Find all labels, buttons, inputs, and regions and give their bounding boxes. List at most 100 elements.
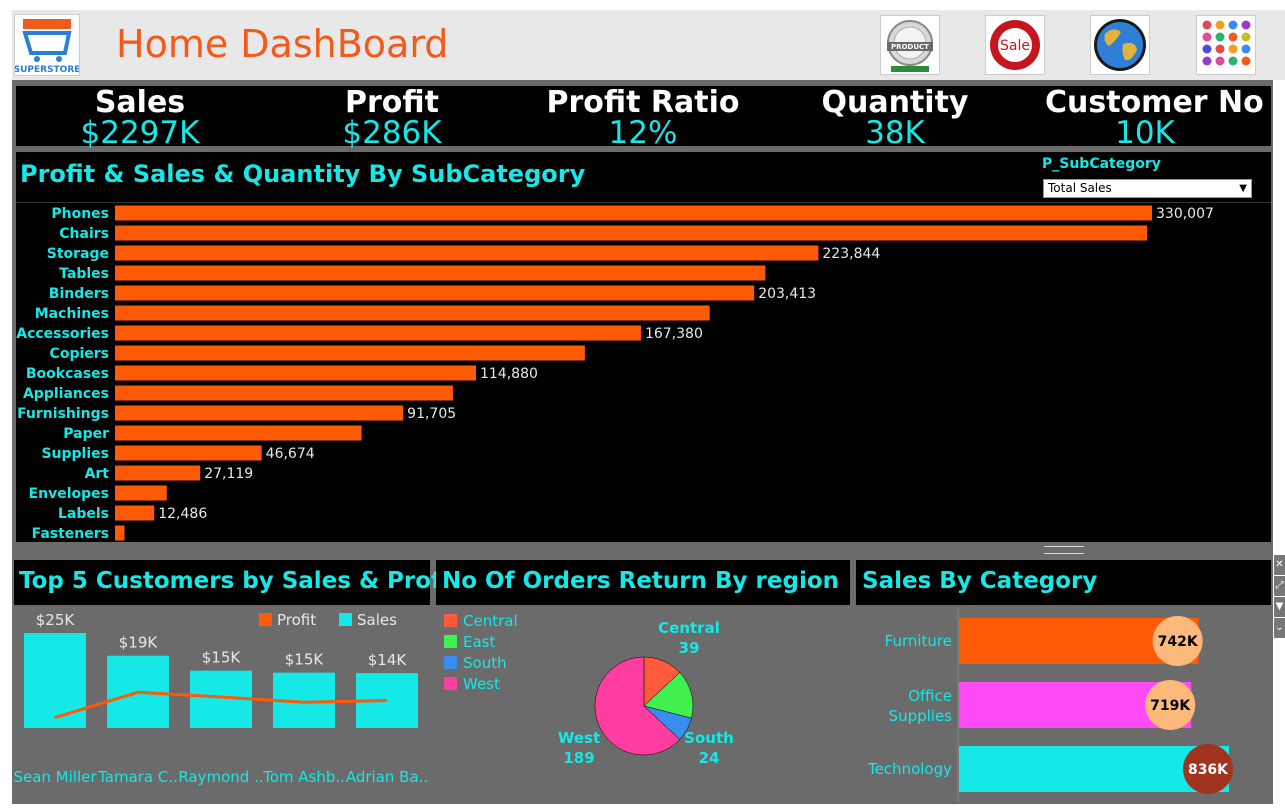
subcategory-bar xyxy=(115,325,641,341)
subcategory-value-label: 12,486 xyxy=(158,506,207,522)
category-label-line1: Office xyxy=(908,687,952,705)
customer-name-label: Raymond .. xyxy=(178,768,263,786)
category-value-label: 719K xyxy=(1150,698,1191,714)
subcategory-bar xyxy=(115,405,404,421)
subcategory-bar xyxy=(115,445,262,461)
legend-label-central: Central xyxy=(463,612,518,630)
product-dot xyxy=(1241,32,1251,42)
subcategory-label: Furnishings xyxy=(17,406,109,422)
category-value-label: 836K xyxy=(1188,762,1229,778)
customer-sales-label: $15K xyxy=(285,651,325,669)
kpi-sales: Sales $2297K xyxy=(40,86,240,149)
returns-chart-title: No Of Orders Return By region xyxy=(442,568,840,594)
subcategory-bar xyxy=(115,205,1152,221)
subcategory-value-label: 330,007 xyxy=(1156,206,1214,222)
product-dot xyxy=(1215,20,1225,30)
more-options-icon[interactable]: ⌄ xyxy=(1274,618,1285,638)
subcategory-label: Machines xyxy=(35,306,109,322)
subcategory-bar xyxy=(115,365,476,381)
returns-pie-chart: Central East South West Central 39 South 24 West… xyxy=(444,612,734,767)
subcategory-label: Tables xyxy=(59,266,109,282)
sale-badge-icon[interactable]: Sale xyxy=(985,15,1045,75)
category-label: Technology xyxy=(867,760,952,778)
legend-label-east: East xyxy=(463,633,495,651)
pie-label-value: 24 xyxy=(699,749,720,767)
customer-sales-label: $19K xyxy=(119,634,159,652)
customer-name-label: Sean Miller xyxy=(14,768,97,786)
close-icon[interactable]: ✕ xyxy=(1274,555,1285,575)
product-dot xyxy=(1215,32,1225,42)
subcategory-value-label: 46,674 xyxy=(266,446,315,462)
subcategory-value-label: 114,880 xyxy=(480,366,538,382)
globe-icon[interactable] xyxy=(1090,15,1150,75)
legend-label-profit: Profit xyxy=(277,611,316,629)
subcategory-label: Phones xyxy=(51,206,109,222)
kpi-quantity-value: 38K xyxy=(865,115,925,151)
subcategory-label: Art xyxy=(85,466,110,482)
subcategory-bar xyxy=(115,385,453,401)
subcategory-value-label: 167,380 xyxy=(645,326,703,342)
product-dot xyxy=(1202,32,1212,42)
customer-name-label: Tom Ashb.. xyxy=(262,768,345,786)
badge-sale-text: Sale xyxy=(1000,38,1030,54)
product-badge-icon[interactable]: PRODUCT xyxy=(880,15,940,75)
logo-text: SUPERSTORE xyxy=(15,65,79,75)
expand-icon[interactable]: ⤢ xyxy=(1274,576,1285,596)
subcategory-bar xyxy=(115,305,710,321)
subcategory-bar-chart: Phones 330,007 Chairs Storage 223,844 Tables B… xyxy=(16,205,1214,542)
category-label-line2: Supplies xyxy=(889,707,953,725)
legend-label-south: South xyxy=(463,654,507,672)
product-dot xyxy=(1228,56,1238,66)
pie-label-name: West xyxy=(558,729,600,747)
product-grid-icon[interactable] xyxy=(1196,15,1256,75)
customer-sales-label: $25K xyxy=(36,611,76,629)
subcategory-value-label: 27,119 xyxy=(204,466,253,482)
subcategory-label: Appliances xyxy=(23,386,109,402)
subcategory-value-label: 223,844 xyxy=(822,246,880,262)
subcategory-bar xyxy=(115,345,585,361)
legend-label-sales: Sales xyxy=(357,611,397,629)
customer-name-label: Adrian Ba.. xyxy=(346,768,428,786)
subcategory-label: Fasteners xyxy=(32,526,109,542)
legend-label-west: West xyxy=(463,675,500,693)
subcategory-label: Chairs xyxy=(59,226,109,242)
subcategory-chart-title: Profit & Sales & Quantity By SubCategory xyxy=(20,160,586,188)
customers-chart-title: Top 5 Customers by Sales & Profit xyxy=(19,568,460,594)
subcategory-label: Bookcases xyxy=(26,366,109,382)
parameter-dropdown[interactable]: Total Sales ▼ xyxy=(1043,179,1252,198)
product-dot xyxy=(1202,44,1212,54)
subcategory-label: Labels xyxy=(58,506,109,522)
product-dot xyxy=(1228,32,1238,42)
filter-icon[interactable]: ▼ xyxy=(1274,597,1285,617)
legend-swatch-east xyxy=(444,635,457,648)
legend-swatch-profit xyxy=(259,613,272,626)
subcategory-bar xyxy=(115,225,1148,241)
superstore-logo: SUPERSTORE xyxy=(14,14,80,76)
product-dot xyxy=(1228,44,1238,54)
category-label: Furniture xyxy=(885,632,952,650)
parameter-label: P_SubCategory xyxy=(1042,156,1161,172)
kpi-profit-ratio: Profit Ratio 12% xyxy=(543,86,743,149)
subcategory-bar xyxy=(115,485,167,501)
pie-label-value: 189 xyxy=(563,749,594,767)
pie-label-name: South xyxy=(684,729,734,747)
kpi-profit-value: $286K xyxy=(342,115,442,151)
kpi-customer-no: Customer No 10K xyxy=(1045,86,1264,151)
subcategory-label: Accessories xyxy=(16,326,109,342)
subcategory-label: Copiers xyxy=(50,346,109,362)
subcategory-bar xyxy=(115,505,155,521)
category-chart-title: Sales By Category xyxy=(862,568,1098,594)
shopping-cart-icon: SUPERSTORE xyxy=(14,19,80,75)
kpi-customer-no-value: 10K xyxy=(1115,115,1175,151)
legend-swatch-sales xyxy=(339,613,352,626)
layout-splitter-handle[interactable] xyxy=(1044,546,1084,554)
subcategory-label: Envelopes xyxy=(29,486,109,502)
product-dot xyxy=(1241,56,1251,66)
subcategory-bar xyxy=(115,245,819,261)
customer-sales-label: $15K xyxy=(202,649,242,667)
page-title: Home DashBoard xyxy=(116,22,449,66)
product-dot xyxy=(1241,20,1251,30)
chevron-down-icon[interactable]: ▼ xyxy=(1239,180,1247,197)
kpi-profit: Profit $286K xyxy=(292,86,492,151)
subcategory-value-label: 203,413 xyxy=(758,286,816,302)
